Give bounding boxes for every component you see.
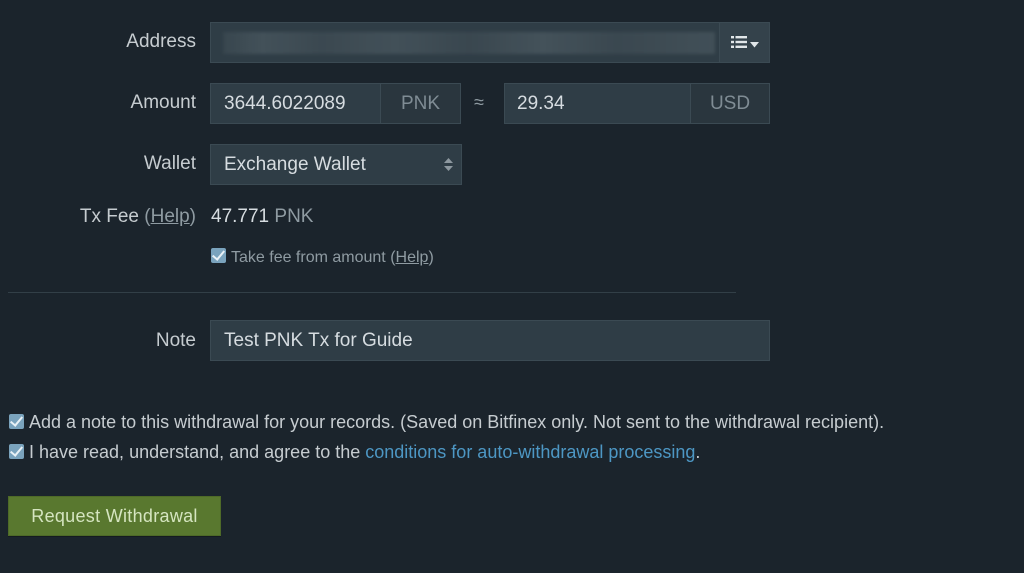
request-withdrawal-button[interactable]: Request Withdrawal — [8, 496, 221, 536]
tx-fee-unit: PNK — [274, 206, 314, 227]
amount-input[interactable]: 3644.6022089 — [210, 83, 381, 124]
amount-label: Amount — [130, 92, 196, 113]
tx-fee-amount: 47.771 — [211, 206, 270, 227]
section-divider — [8, 292, 736, 293]
select-updown-icon — [444, 158, 453, 171]
add-note-label: Add a note to this withdrawal for your r… — [29, 412, 885, 432]
withdrawal-form: Address Amount 3644.6022089 PNK ≈ 29.34 … — [0, 0, 1024, 573]
wallet-select[interactable]: Exchange Wallet — [210, 144, 462, 185]
take-fee-checkbox[interactable] — [211, 248, 226, 263]
tx-fee-value: 47.771 PNK — [211, 206, 313, 228]
conditions-checkbox[interactable] — [9, 444, 24, 459]
amount-currency-addon: PNK — [380, 83, 461, 124]
usd-amount-input[interactable]: 29.34 — [504, 83, 691, 124]
conditions-prefix: I have read, understand, and agree to th… — [29, 442, 366, 462]
note-input[interactable]: Test PNK Tx for Guide — [210, 320, 770, 361]
take-fee-label: Take fee from amount — [231, 249, 386, 266]
caret-down-icon — [749, 32, 759, 54]
address-label: Address — [126, 31, 196, 52]
tx-fee-label: Tx Fee (Help) — [80, 206, 196, 228]
wallet-selected-value: Exchange Wallet — [224, 153, 366, 175]
add-note-checkbox[interactable] — [9, 414, 24, 429]
wallet-label: Wallet — [143, 153, 196, 174]
conditions-row: I have read, understand, and agree to th… — [9, 442, 700, 463]
address-book-button[interactable] — [719, 22, 770, 63]
address-input[interactable] — [210, 22, 720, 63]
conditions-suffix: . — [695, 442, 701, 462]
usd-currency-addon: USD — [690, 83, 770, 124]
usd-value: 29.34 — [517, 92, 565, 114]
conditions-link[interactable]: conditions for auto-withdrawal processin… — [365, 442, 695, 462]
take-fee-help-link[interactable]: Help — [396, 249, 429, 266]
add-note-row: Add a note to this withdrawal for your r… — [9, 412, 884, 433]
approx-symbol: ≈ — [474, 92, 484, 112]
take-fee-help-prefix: ( — [385, 249, 396, 266]
amount-value: 3644.6022089 — [224, 92, 346, 114]
note-value: Test PNK Tx for Guide — [224, 329, 413, 351]
tx-fee-label-text: Tx Fee — [79, 206, 139, 227]
address-obscured-value — [223, 31, 715, 54]
tx-fee-help-link[interactable]: Help — [151, 206, 190, 227]
tx-fee-help-suffix: ) — [189, 206, 196, 227]
take-fee-help-suffix: ) — [428, 249, 434, 266]
note-label: Note — [155, 330, 196, 351]
list-icon — [730, 32, 747, 54]
take-fee-row: Take fee from amount (Help) — [211, 248, 434, 267]
